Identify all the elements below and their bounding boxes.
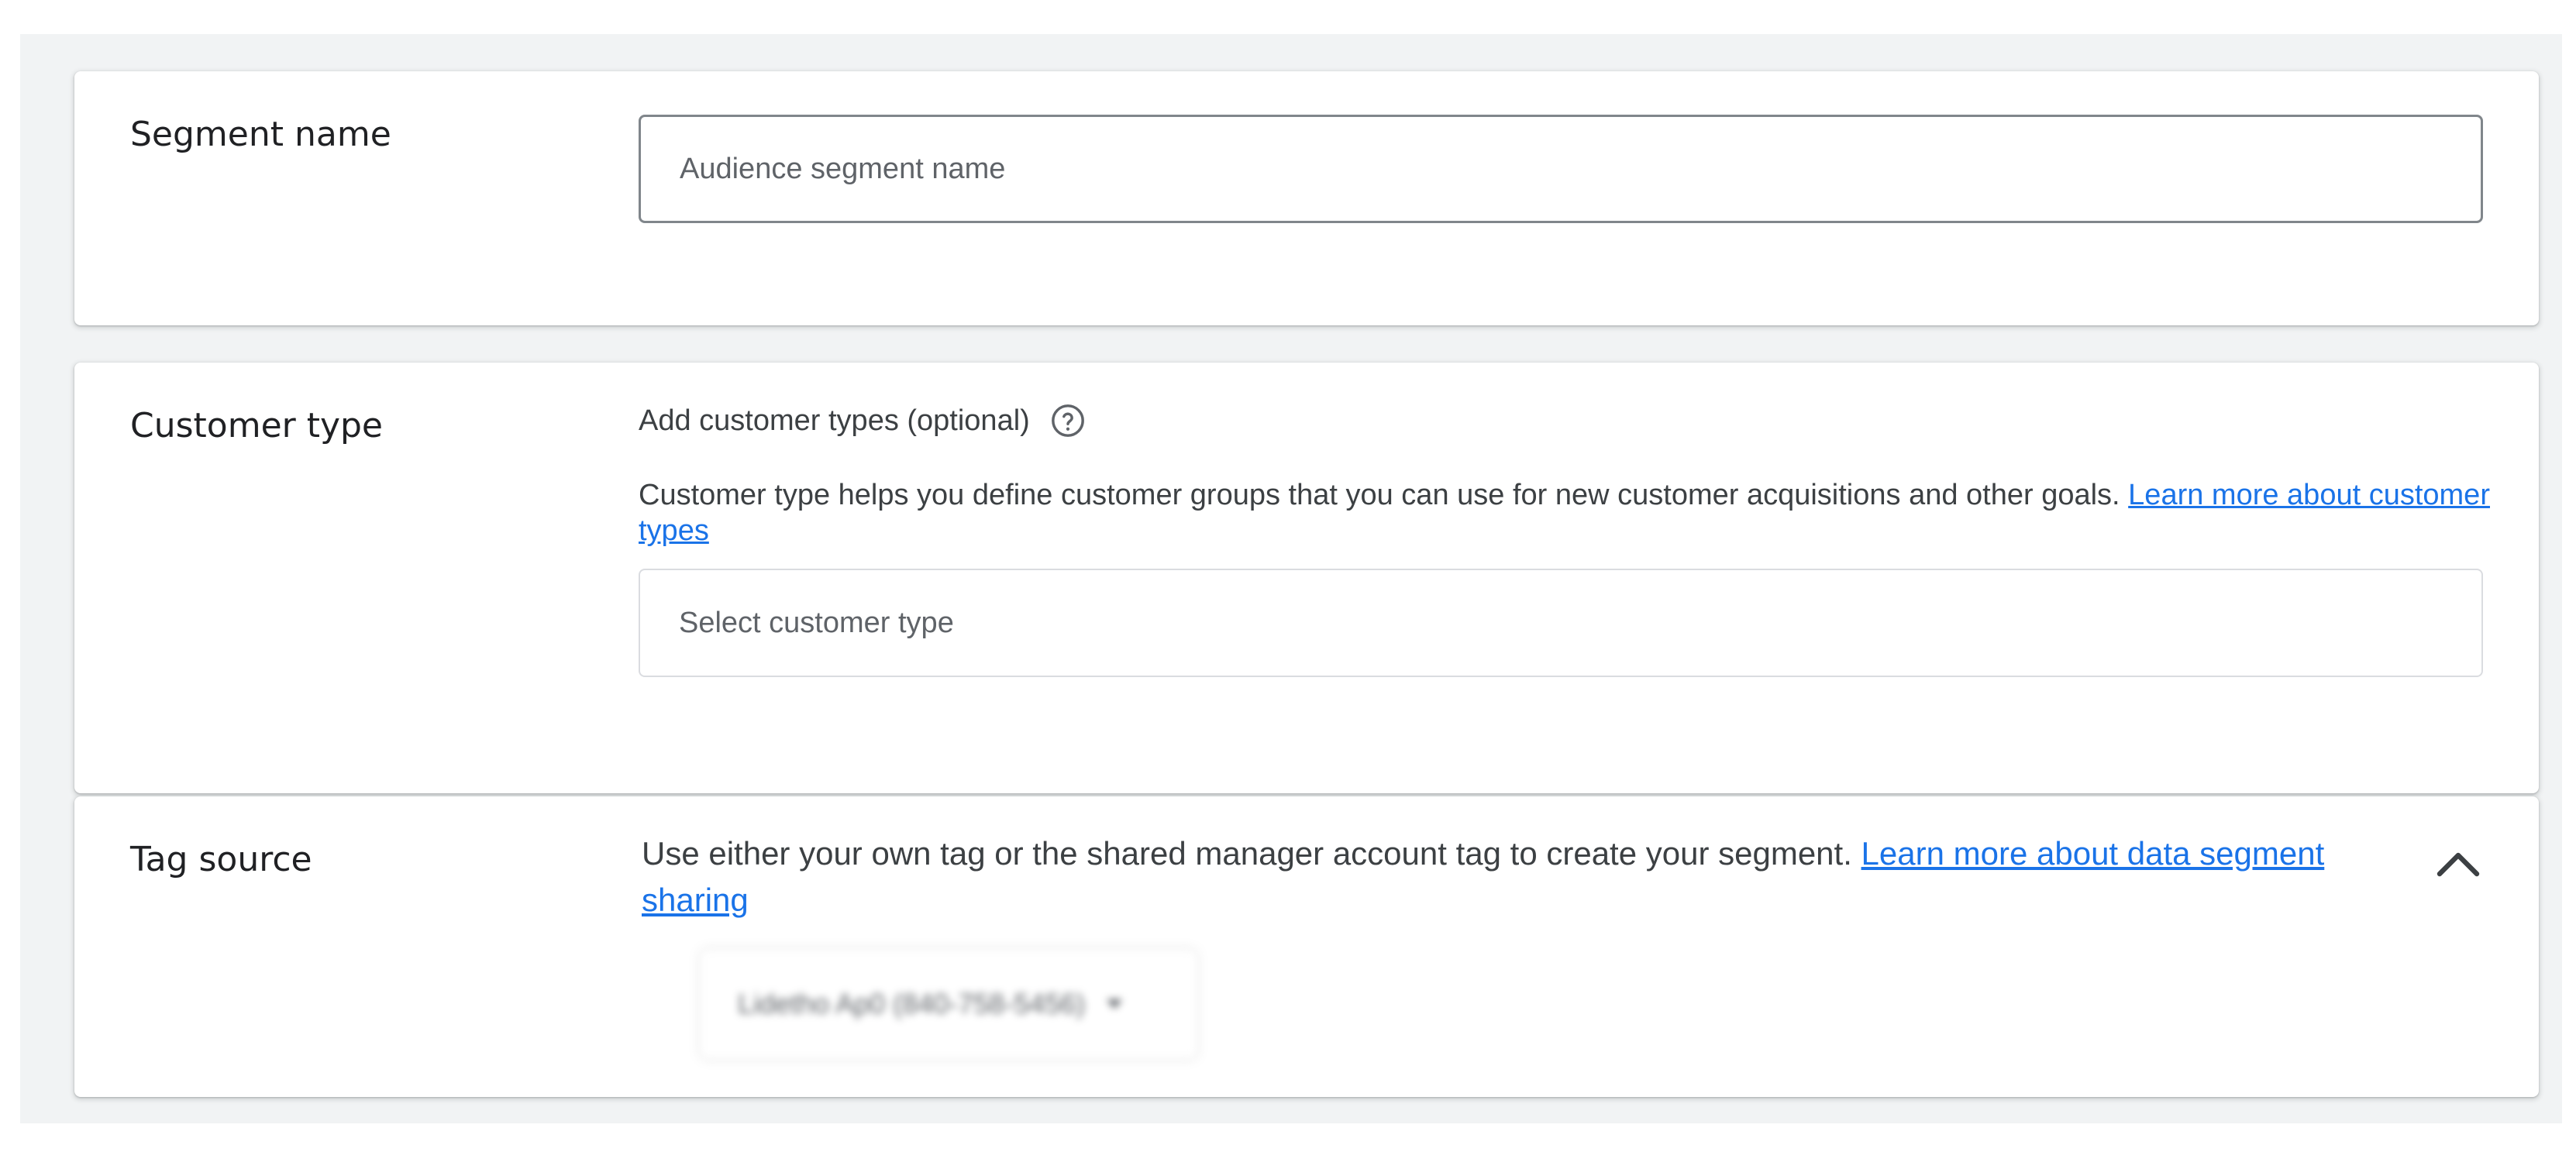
customer-type-title: Customer type <box>130 406 384 445</box>
chevron-up-icon[interactable] <box>2435 848 2481 879</box>
customer-type-subtitle-row: Add customer types (optional) <box>639 403 1086 438</box>
customer-type-card: Customer type Add customer types (option… <box>74 363 2539 793</box>
segment-name-card: Segment name Audience segment name <box>74 71 2539 325</box>
customer-type-description-block: Customer type helps you define customer … <box>639 477 2491 548</box>
tag-source-selected-account: Lidetho Ap0 (840-758-5456) <box>738 988 1086 1020</box>
dropdown-arrow-icon <box>1107 999 1123 1009</box>
customer-type-select[interactable]: Select customer type <box>639 569 2483 677</box>
page-canvas: Segment name Audience segment name Custo… <box>20 34 2562 1123</box>
segment-name-placeholder: Audience segment name <box>680 152 1006 185</box>
tag-source-title: Tag source <box>130 840 312 879</box>
customer-type-select-placeholder: Select customer type <box>679 606 954 639</box>
tag-source-description-block: Use either your own tag or the shared ma… <box>642 830 2385 923</box>
customer-type-description: Customer type helps you define customer … <box>639 479 2120 511</box>
help-circle-icon[interactable] <box>1050 403 1086 438</box>
tag-source-description: Use either your own tag or the shared ma… <box>642 835 1852 872</box>
tag-source-card: Tag source Use either your own tag or th… <box>74 796 2539 1097</box>
segment-name-input[interactable]: Audience segment name <box>639 115 2483 223</box>
customer-type-subtitle: Add customer types (optional) <box>639 404 1030 437</box>
segment-name-title: Segment name <box>130 115 391 154</box>
tag-source-account-select[interactable]: Lidetho Ap0 (840-758-5456) <box>701 950 1197 1058</box>
